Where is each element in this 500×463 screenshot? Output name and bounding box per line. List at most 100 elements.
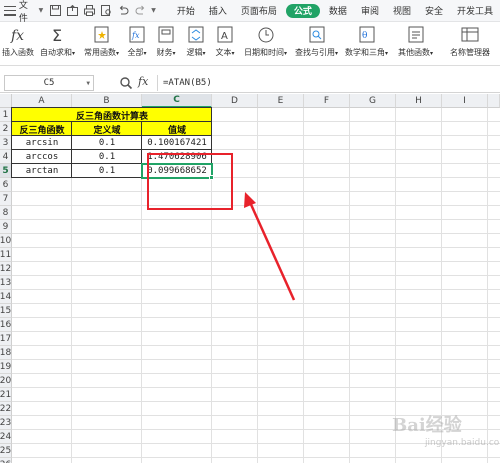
row-gridline [12, 247, 500, 248]
math-trig-label: 数学和三角▾ [345, 48, 389, 57]
sigma-icon: Σ [48, 25, 68, 45]
menu-bar: 文件 ▼ ▼ 开始 插入 页面布局 公式 数据 审阅 视图 安全 开发工具 [0, 0, 500, 24]
column-header-a[interactable]: A [12, 94, 72, 108]
column-header-c[interactable]: C [142, 94, 212, 108]
tab-page-layout[interactable]: 页面布局 [234, 0, 284, 22]
quick-access-caret-icon[interactable]: ▼ [151, 7, 156, 14]
column-header-g[interactable]: G [350, 94, 396, 108]
common-functions-button[interactable]: 常用函数▾ [84, 25, 119, 63]
row-header-9[interactable]: 9 [0, 220, 12, 234]
row-header-20[interactable]: 20 [0, 374, 12, 388]
table-border [11, 107, 212, 122]
text-label: 文本▾ [215, 48, 235, 57]
redo-icon[interactable] [134, 5, 146, 17]
row-gridline [12, 289, 500, 290]
watermark-logo: Bai经验 [392, 415, 462, 436]
row-header-17[interactable]: 17 [0, 332, 12, 346]
row-gridline [12, 331, 500, 332]
tab-security[interactable]: 安全 [418, 0, 450, 22]
logic-button[interactable]: 逻辑▾ [186, 25, 206, 63]
star-function-icon [92, 25, 112, 45]
row-header-15[interactable]: 15 [0, 304, 12, 318]
clock-icon [256, 25, 276, 45]
math-trig-button[interactable]: θ 数学和三角▾ [345, 25, 388, 63]
row-header-8[interactable]: 8 [0, 206, 12, 220]
watermark-url: jingyan.baidu.com [425, 438, 500, 448]
name-box-caret-icon[interactable]: ▼ [86, 80, 90, 87]
row-header-26[interactable]: 26 [0, 458, 12, 463]
tab-formulas[interactable]: 公式 [285, 3, 320, 18]
row-header-22[interactable]: 22 [0, 402, 12, 416]
print-preview-icon[interactable] [100, 5, 112, 17]
text-icon: A [215, 25, 235, 45]
row-header-7[interactable]: 7 [0, 192, 12, 206]
svg-text:A: A [221, 31, 228, 42]
all-functions-button[interactable]: fx 全部▾ [127, 25, 147, 63]
row-header-25[interactable]: 25 [0, 444, 12, 458]
annotation-highlight-box [147, 153, 233, 210]
row-header-23[interactable]: 23 [0, 416, 12, 430]
column-header-f[interactable]: F [304, 94, 350, 108]
table-border [141, 121, 212, 136]
tab-insert[interactable]: 插入 [202, 0, 234, 22]
row-header-10[interactable]: 10 [0, 234, 12, 248]
column-header-e[interactable]: E [258, 94, 304, 108]
row-header-12[interactable]: 12 [0, 262, 12, 276]
text-button[interactable]: A 文本▾ [215, 25, 235, 63]
row-header-11[interactable]: 11 [0, 248, 12, 262]
row-header-21[interactable]: 21 [0, 388, 12, 402]
finance-icon [156, 25, 176, 45]
row-header-14[interactable]: 14 [0, 290, 12, 304]
row-header-18[interactable]: 18 [0, 346, 12, 360]
file-menu-caret-icon[interactable]: ▼ [39, 7, 44, 14]
logic-label: 逻辑▾ [186, 48, 206, 57]
autosum-button[interactable]: Σ 自动求和▾ [40, 25, 75, 63]
formulas-ribbon: fx 插入函数 Σ 自动求和▾ 常用函数▾ fx 全部▾ 财务▾ 逻辑▾ A 文… [0, 22, 500, 66]
column-header-d[interactable]: D [212, 94, 258, 108]
column-header-i[interactable]: I [442, 94, 488, 108]
save-icon[interactable] [49, 5, 61, 17]
menu-icon[interactable] [4, 5, 16, 16]
tab-review[interactable]: 审阅 [354, 0, 386, 22]
formula-input[interactable]: =ATAN(B5) [157, 75, 496, 91]
insert-function-button[interactable]: fx 插入函数 [2, 25, 34, 63]
row-header-6[interactable]: 6 [0, 178, 12, 192]
spreadsheet-app: 文件 ▼ ▼ 开始 插入 页面布局 公式 数据 审阅 视图 安全 开发工具 fx… [0, 0, 500, 463]
tab-view[interactable]: 视图 [386, 0, 418, 22]
name-box[interactable]: C5 ▼ [4, 75, 94, 91]
print-icon[interactable] [83, 5, 95, 17]
more-functions-button[interactable]: 其他函数▾ [398, 25, 433, 63]
name-manager-label: 名称管理器 [450, 48, 490, 57]
undo-icon[interactable] [117, 5, 129, 17]
select-all-corner[interactable] [0, 94, 12, 108]
tab-data[interactable]: 数据 [322, 0, 354, 22]
row-header-19[interactable]: 19 [0, 360, 12, 374]
tab-developer[interactable]: 开发工具 [450, 0, 500, 22]
row-gridline [12, 205, 500, 206]
column-gridline [303, 108, 304, 463]
finance-button[interactable]: 财务▾ [156, 25, 176, 63]
search-reference-icon [307, 25, 327, 45]
date-time-button[interactable]: 日期和时间▾ [244, 25, 287, 63]
zoom-search-icon[interactable] [119, 76, 133, 90]
row-gridline [12, 373, 500, 374]
lookup-reference-button[interactable]: 查找与引用▾ [295, 25, 338, 63]
finance-label: 财务▾ [156, 48, 176, 57]
column-header-b[interactable]: B [72, 94, 142, 108]
column-header-h[interactable]: H [396, 94, 442, 108]
function-book-icon: fx [127, 25, 147, 45]
row-gridline [12, 359, 500, 360]
tab-home[interactable]: 开始 [170, 0, 202, 22]
fx-icon[interactable]: fx [138, 75, 148, 88]
more-functions-icon [406, 25, 426, 45]
name-manager-button[interactable]: 名称管理器 [450, 25, 490, 63]
row-header-24[interactable]: 24 [0, 430, 12, 444]
row-gridline [12, 219, 500, 220]
quick-access-toolbar: ▼ [49, 5, 162, 17]
row-gridline [12, 457, 500, 458]
file-menu[interactable]: 文件 [19, 0, 37, 24]
row-header-13[interactable]: 13 [0, 276, 12, 290]
row-header-16[interactable]: 16 [0, 318, 12, 332]
export-icon[interactable] [66, 5, 78, 17]
table-border [11, 135, 72, 150]
